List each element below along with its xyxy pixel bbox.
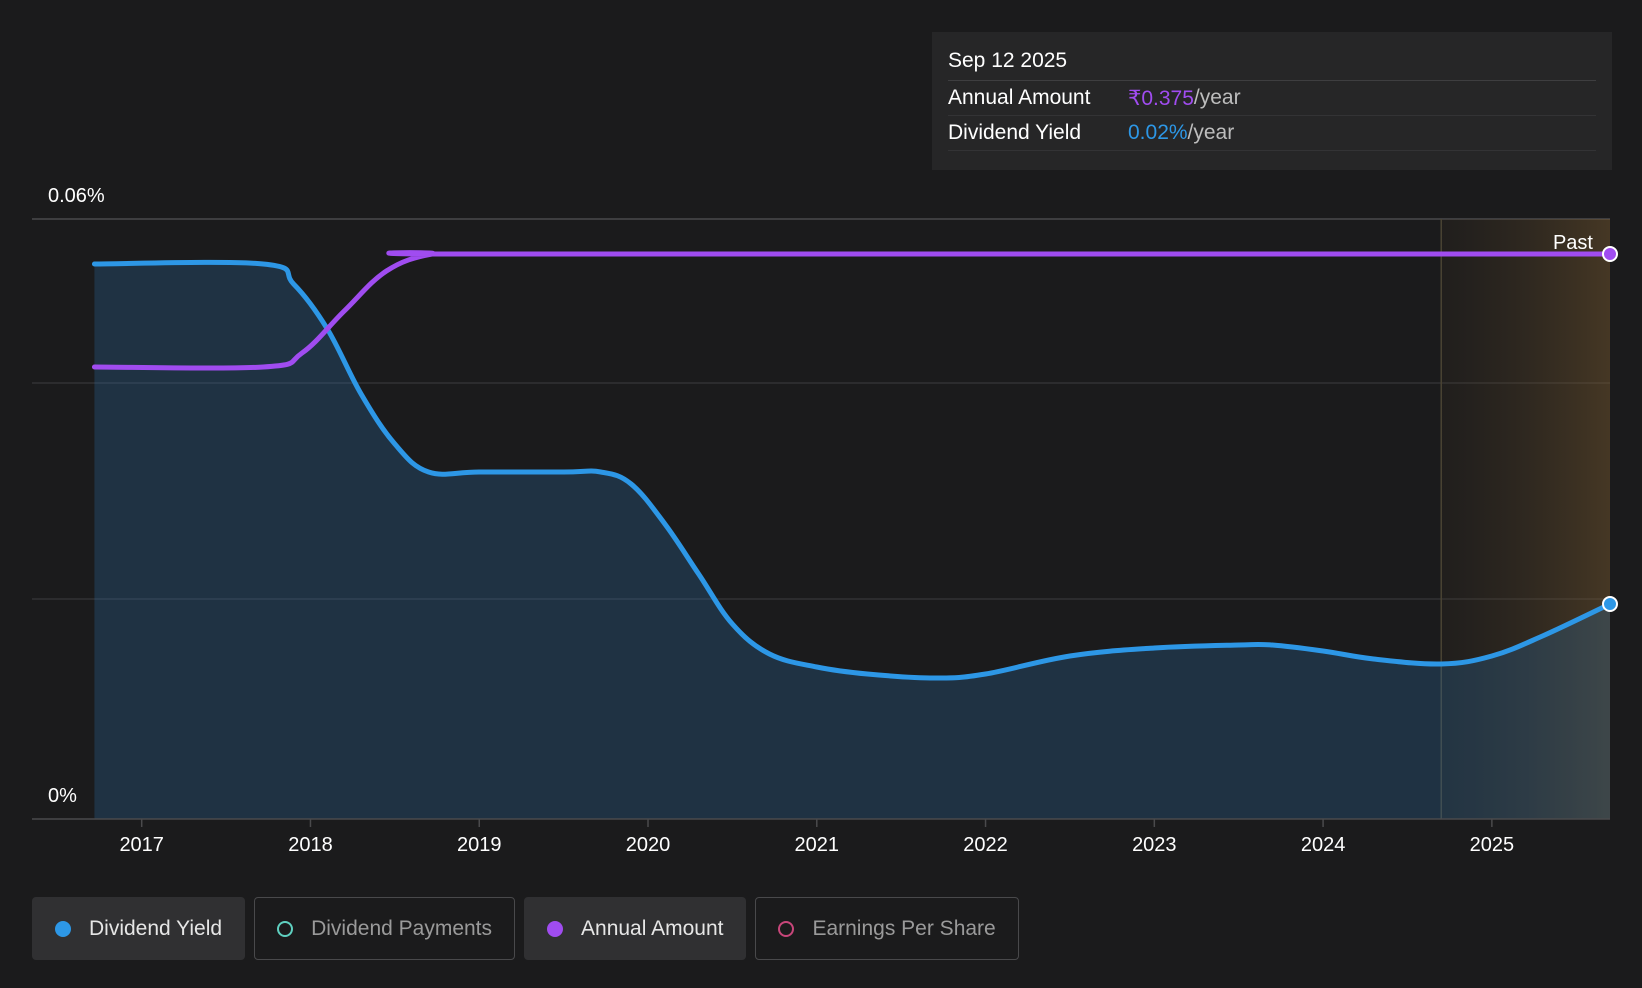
earnings-per-share-ring-icon bbox=[778, 920, 795, 937]
x-tick-label: 2020 bbox=[626, 834, 671, 856]
legend-label: Dividend Yield bbox=[89, 916, 223, 940]
annual-amount-end-marker[interactable] bbox=[1602, 246, 1618, 262]
tooltip-label: Dividend Yield bbox=[948, 121, 1082, 144]
dividend-payments-ring-icon bbox=[277, 920, 294, 937]
tooltip-date: Sep 12 2025 bbox=[948, 46, 1596, 81]
x-tick-label: 2023 bbox=[1132, 834, 1177, 856]
dividend-yield-dot-icon bbox=[55, 920, 71, 937]
x-tick-label: 2019 bbox=[457, 834, 502, 856]
ytick-label-bottom: 0% bbox=[48, 785, 77, 807]
dividend-yield-end-marker[interactable] bbox=[1602, 596, 1618, 612]
legend-item-earnings-per-share[interactable]: Earnings Per Share bbox=[755, 897, 1019, 960]
x-tick-label: 2025 bbox=[1470, 834, 1515, 856]
annual-amount-dot-icon bbox=[547, 920, 564, 937]
tooltip-value: 0.02% bbox=[1128, 121, 1188, 144]
legend-label: Earnings Per Share bbox=[812, 916, 996, 940]
x-tick-label: 2024 bbox=[1301, 834, 1346, 856]
tooltip-row-annual-amount: Annual Amount ₹0.375 /year bbox=[948, 81, 1596, 116]
dividend-yield-area bbox=[94, 262, 1610, 819]
legend-item-dividend-payments[interactable]: Dividend Payments bbox=[254, 897, 516, 960]
legend-label: Annual Amount bbox=[581, 916, 724, 940]
ytick-label-top: 0.06% bbox=[48, 185, 105, 207]
legend-item-annual-amount[interactable]: Annual Amount bbox=[524, 897, 747, 960]
tooltip-label: Annual Amount bbox=[948, 86, 1091, 109]
x-tick-label: 2017 bbox=[119, 834, 164, 856]
tooltip: Sep 12 2025 Annual Amount ₹0.375 /year D… bbox=[932, 32, 1612, 170]
tooltip-value: ₹0.375 bbox=[1128, 86, 1194, 110]
x-tick-label: 2021 bbox=[795, 834, 840, 856]
tooltip-suffix: /year bbox=[1187, 121, 1235, 144]
legend: Dividend Yield Dividend Payments Annual … bbox=[32, 897, 1019, 960]
tooltip-suffix: /year bbox=[1193, 86, 1241, 109]
legend-label: Dividend Payments bbox=[311, 916, 493, 940]
past-label: Past bbox=[1553, 232, 1593, 254]
x-tick-label: 2018 bbox=[288, 834, 333, 856]
legend-item-dividend-yield[interactable]: Dividend Yield bbox=[32, 897, 246, 960]
x-tick-label: 2022 bbox=[963, 834, 1008, 856]
tooltip-row-dividend-yield: Dividend Yield 0.02% /year bbox=[948, 116, 1596, 151]
